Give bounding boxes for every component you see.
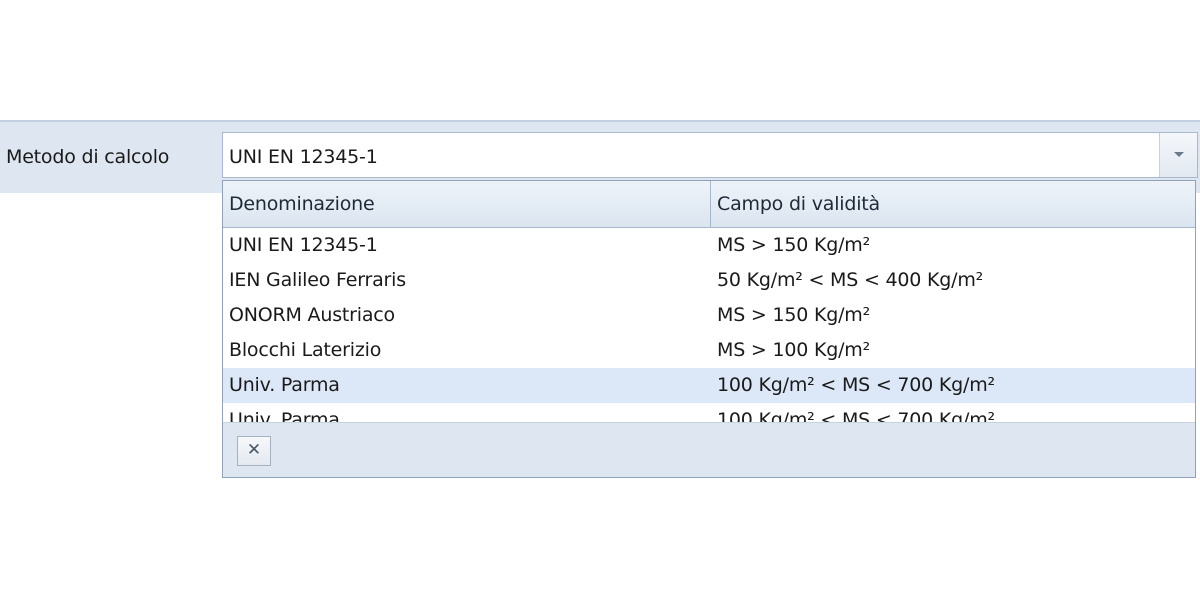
combobox-value: UNI EN 12345-1	[229, 146, 378, 168]
column-header-denominazione[interactable]: Denominazione	[223, 181, 711, 227]
cell-campo-validita: MS > 150 Kg/m²	[717, 304, 871, 326]
chevron-down-icon	[1174, 152, 1184, 157]
cell-campo-validita: 50 Kg/m² < MS < 400 Kg/m²	[717, 269, 984, 291]
grid-body: UNI EN 12345-1 MS > 150 Kg/m² IEN Galile…	[223, 228, 1195, 422]
dropdown-popup: Denominazione Campo di validità UNI EN 1…	[222, 180, 1196, 478]
cell-denominazione: Univ. Parma	[229, 409, 340, 422]
table-row[interactable]: UNI EN 12345-1 MS > 150 Kg/m²	[223, 228, 1195, 263]
grid-header: Denominazione Campo di validità	[223, 181, 1195, 228]
close-icon: ✕	[246, 440, 262, 460]
cell-denominazione: IEN Galileo Ferraris	[229, 269, 406, 291]
clear-button[interactable]: ✕	[237, 436, 271, 466]
table-row[interactable]: Blocchi Laterizio MS > 100 Kg/m²	[223, 333, 1195, 368]
cell-campo-validita: 100 Kg/m² < MS < 700 Kg/m²	[717, 374, 995, 396]
cell-denominazione: ONORM Austriaco	[229, 304, 395, 326]
column-header-campo-validita[interactable]: Campo di validità	[711, 181, 1195, 227]
dropdown-button[interactable]	[1159, 133, 1197, 177]
cell-campo-validita: MS > 100 Kg/m²	[717, 339, 871, 361]
cell-denominazione: Univ. Parma	[229, 374, 340, 396]
cell-denominazione: UNI EN 12345-1	[229, 234, 378, 256]
dropdown-footer: ✕	[223, 422, 1195, 477]
table-row[interactable]: ONORM Austriaco MS > 150 Kg/m²	[223, 298, 1195, 333]
cell-denominazione: Blocchi Laterizio	[229, 339, 382, 361]
method-combobox[interactable]: UNI EN 12345-1	[222, 132, 1198, 178]
table-row[interactable]: IEN Galileo Ferraris 50 Kg/m² < MS < 400…	[223, 263, 1195, 298]
cell-campo-validita: MS > 150 Kg/m²	[717, 234, 871, 256]
table-row-selected[interactable]: Univ. Parma 100 Kg/m² < MS < 700 Kg/m²	[223, 368, 1195, 403]
table-row[interactable]: Univ. Parma 100 Kg/m² < MS < 700 Kg/m²	[223, 403, 1195, 422]
field-label: Metodo di calcolo	[6, 146, 170, 168]
cell-campo-validita: 100 Kg/m² < MS < 700 Kg/m²	[717, 409, 995, 422]
